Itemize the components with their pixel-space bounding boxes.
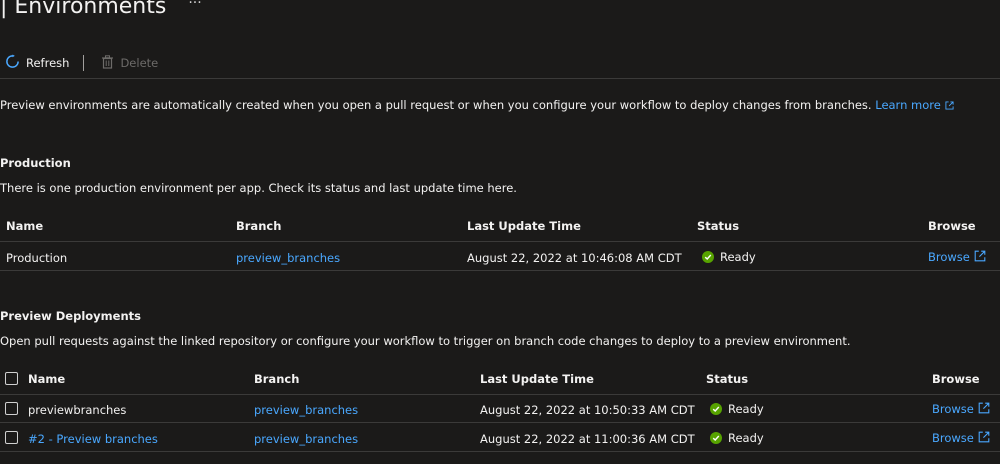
preview-row-name: previewbranches [28,403,127,417]
browse-label: Browse [932,431,974,445]
preview-col-branch[interactable]: Branch [254,372,299,386]
preview-row-branch-link[interactable]: preview_branches [254,403,358,417]
learn-more-link[interactable]: Learn more [875,98,954,112]
preview-col-last-update[interactable]: Last Update Time [480,372,594,386]
production-col-status[interactable]: Status [697,219,739,233]
production-section-title: Production [0,156,71,170]
row-checkbox[interactable] [5,431,18,444]
preview-row-last-update: August 22, 2022 at 10:50:33 AM CDT [480,403,695,417]
intro-text: Preview environments are automatically c… [0,98,872,112]
status-label: Ready [728,431,764,445]
browse-label: Browse [928,250,970,264]
status-label: Ready [720,250,756,264]
preview-col-status[interactable]: Status [706,372,748,386]
production-row-browse-link[interactable]: Browse [928,250,986,264]
production-col-branch[interactable]: Branch [236,219,281,233]
more-options-button[interactable]: ··· [188,0,201,11]
refresh-icon [5,54,20,72]
preview-row-last-update: August 22, 2022 at 11:00:36 AM CDT [480,432,695,446]
learn-more-label: Learn more [875,98,941,112]
production-col-browse[interactable]: Browse [928,219,976,233]
delete-button[interactable]: Delete [101,54,159,72]
preview-row-divider [0,451,1000,452]
preview-col-browse[interactable]: Browse [932,372,980,386]
preview-row-status: Ready [710,431,764,445]
preview-row-status: Ready [710,402,764,416]
production-col-last-update[interactable]: Last Update Time [467,219,581,233]
production-header-divider [0,241,1000,242]
browse-label: Browse [932,402,974,416]
check-circle-icon [702,251,714,263]
refresh-label: Refresh [26,56,70,70]
intro-text-row: Preview environments are automatically c… [0,98,954,112]
preview-col-name[interactable]: Name [28,372,65,386]
preview-row-name-link[interactable]: #2 - Preview branches [28,432,158,446]
preview-row-browse-link[interactable]: Browse [932,402,990,416]
toolbar-divider [83,55,85,71]
toolbar-divider-line [0,78,1000,79]
page-title-text: | Environments [0,0,167,19]
page-title: | Environments ··· [0,0,202,19]
select-all-checkbox[interactable] [5,372,18,385]
command-bar: Refresh Delete [0,50,1000,76]
preview-row-divider [0,422,1000,423]
external-link-icon [978,431,990,443]
external-link-icon [945,101,954,110]
preview-row-branch-link[interactable]: preview_branches [254,432,358,446]
production-row-name: Production [6,251,68,265]
refresh-button[interactable]: Refresh [5,54,69,72]
production-row-status: Ready [702,250,756,264]
external-link-icon [978,402,990,414]
delete-label: Delete [120,56,159,70]
status-label: Ready [728,402,764,416]
row-checkbox[interactable] [5,402,18,415]
preview-section-title: Preview Deployments [0,309,141,323]
preview-header-divider [0,394,1000,395]
production-row-branch-link[interactable]: preview_branches [236,251,340,265]
trash-icon [101,54,114,72]
preview-description: Open pull requests against the linked re… [0,334,851,348]
production-description: There is one production environment per … [0,181,517,195]
preview-row-browse-link[interactable]: Browse [932,431,990,445]
check-circle-icon [710,432,722,444]
production-row-last-update: August 22, 2022 at 10:46:08 AM CDT [467,251,682,265]
production-col-name[interactable]: Name [6,219,43,233]
external-link-icon [974,250,986,262]
production-row-divider [0,270,1000,271]
check-circle-icon [710,403,722,415]
